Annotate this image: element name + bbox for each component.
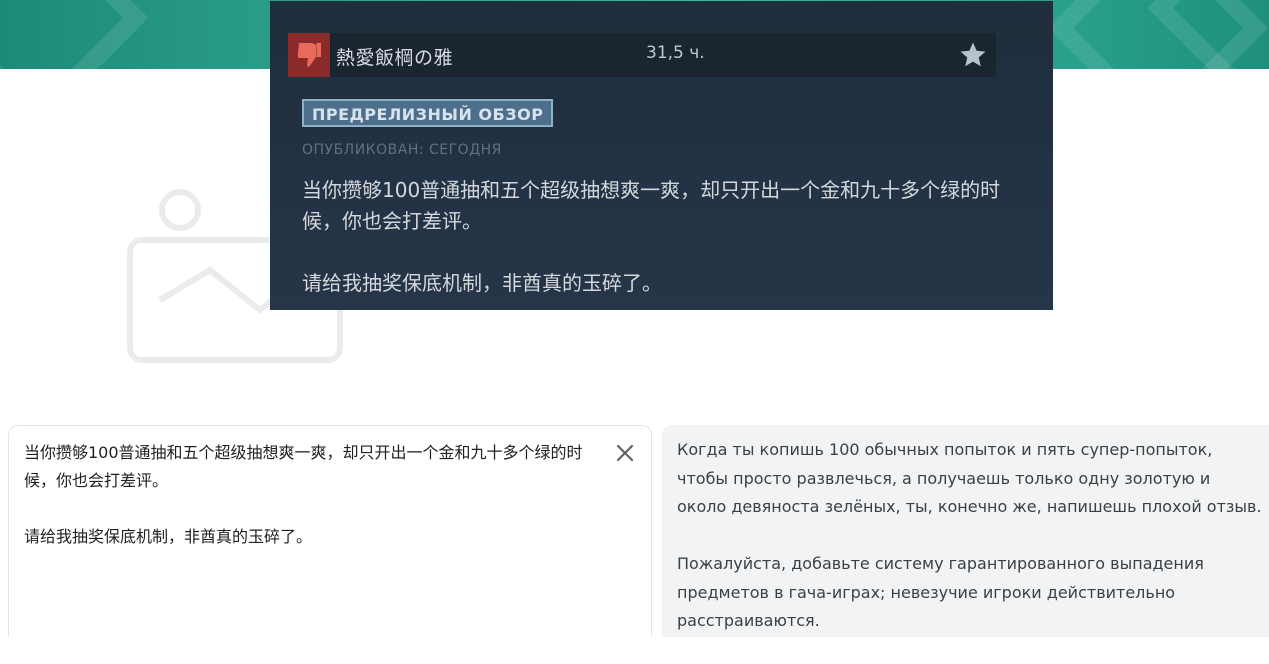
published-date: ОПУБЛИКОВАН: СЕГОДНЯ	[302, 142, 502, 158]
thumbs-down-icon	[288, 33, 330, 77]
translation-output: Когда ты копишь 100 обычных попыток и пя…	[677, 436, 1262, 664]
review-body: 当你攒够100普通抽和五个超级抽想爽一爽，却只开出一个金和九十多个绿的时候，你也…	[302, 175, 1002, 310]
reviewer-name[interactable]: 熱愛飯棡の雅	[336, 43, 453, 70]
review-paragraph: 请给我抽奖保底机制，非酋真的玉碎了。	[302, 271, 662, 295]
close-icon	[616, 444, 634, 462]
review-paragraph: 当你攒够100普通抽和五个超级抽想爽一爽，却只开出一个金和九十多个绿的时候，你也…	[302, 178, 1001, 233]
prerelease-badge: ПРЕДРЕЛИЗНЫЙ ОБЗОР	[302, 99, 554, 127]
banner-decoration	[0, 0, 149, 69]
steam-review-card: 熱愛飯棡の雅 31,5 ч. ПРЕДРЕЛИЗНЫЙ ОБЗОР ОПУБЛИ…	[270, 1, 1053, 310]
star-icon[interactable]	[958, 40, 988, 74]
translation-paragraph: Пожалуйста, добавьте систему гарантирова…	[677, 554, 1204, 630]
translator-target-panel: Когда ты копишь 100 обычных попыток и пя…	[662, 425, 1269, 637]
review-header: 熱愛飯棡の雅 31,5 ч.	[288, 33, 996, 77]
translator-source-panel: 当你攒够100普通抽和五个超级抽想爽一爽，却只开出一个金和九十多个绿的时候，你也…	[8, 425, 652, 637]
source-text-input[interactable]: 当你攒够100普通抽和五个超级抽想爽一爽，却只开出一个金和九十多个绿的时候，你也…	[24, 439, 604, 579]
clear-source-button[interactable]	[612, 440, 638, 466]
source-paragraph: 当你攒够100普通抽和五个超级抽想爽一爽，却只开出一个金和九十多个绿的时候，你也…	[24, 443, 583, 490]
translation-paragraph: Когда ты копишь 100 обычных попыток и пя…	[677, 440, 1262, 516]
source-paragraph: 请给我抽奖保底机制，非酋真的玉碎了。	[24, 527, 313, 546]
playtime-hours: 31,5 ч.	[646, 43, 705, 63]
